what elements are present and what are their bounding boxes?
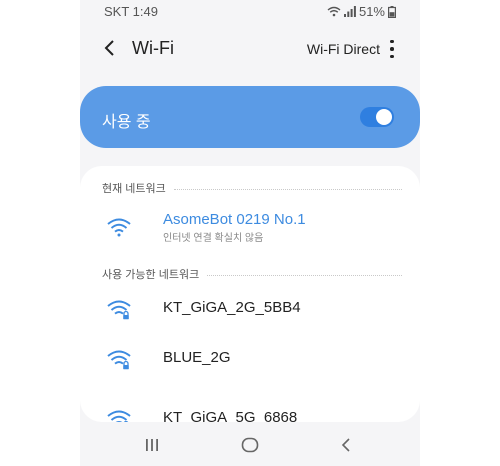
home-button[interactable] xyxy=(238,434,262,456)
wifi-locked-icon xyxy=(107,300,131,320)
current-network-label: 현재 네트워크 xyxy=(102,183,166,195)
network-row[interactable]: BLUE_2G xyxy=(80,336,420,384)
section-divider xyxy=(207,274,402,276)
toggle-label: 사용 중 xyxy=(102,114,151,131)
network-row[interactable]: KT_GiGA_2G_5BB4 xyxy=(80,286,420,334)
network-name: KT_GiGA_5G_6868 xyxy=(163,409,298,422)
signal-icon xyxy=(343,6,356,17)
network-list-card: 현재 네트워크 AsomeBot 0219 No.1 인터넷 연결 확실치 않음… xyxy=(80,166,420,422)
network-name: BLUE_2G xyxy=(163,349,231,366)
available-networks-header: 사용 가능한 네트워크 xyxy=(102,266,402,282)
battery-icon xyxy=(388,5,396,18)
wifi-locked-icon xyxy=(107,350,131,370)
network-name: KT_GiGA_2G_5BB4 xyxy=(163,299,301,316)
current-network-header: 현재 네트워크 xyxy=(102,180,402,196)
network-name: AsomeBot 0219 No.1 xyxy=(163,211,306,228)
recent-apps-icon xyxy=(146,439,158,451)
network-row-current[interactable]: AsomeBot 0219 No.1 인터넷 연결 확실치 않음 xyxy=(80,204,420,252)
network-row[interactable]: KT_GiGA_5G_6868 xyxy=(80,396,420,422)
back-arrow-icon xyxy=(104,40,114,56)
phone-screen: SKT 1:49 51% Wi-Fi Wi-Fi Direct 사용 중 현재 … xyxy=(80,0,420,466)
wifi-icon xyxy=(107,218,131,237)
wifi-locked-icon xyxy=(107,410,131,422)
home-icon xyxy=(241,437,259,453)
battery-percent: 51% xyxy=(358,4,385,19)
carrier-time: SKT 1:49 xyxy=(104,4,158,19)
available-networks-label: 사용 가능한 네트워크 xyxy=(102,269,200,281)
wifi-direct-button[interactable]: Wi-Fi Direct xyxy=(307,41,380,57)
recent-apps-button[interactable] xyxy=(140,434,164,456)
wifi-master-toggle[interactable]: 사용 중 xyxy=(80,86,420,148)
navigation-bar xyxy=(80,424,420,466)
more-options-button[interactable] xyxy=(386,38,398,60)
back-button[interactable] xyxy=(98,36,122,60)
wifi-status-icon xyxy=(327,6,341,17)
toggle-switch[interactable] xyxy=(360,107,394,127)
back-icon xyxy=(341,438,350,452)
app-bar: Wi-Fi Wi-Fi Direct xyxy=(80,30,420,70)
more-vert-icon xyxy=(390,39,394,44)
status-icons: 51% xyxy=(327,4,396,19)
nav-back-button[interactable] xyxy=(334,434,358,456)
section-divider xyxy=(173,188,402,190)
switch-knob xyxy=(376,109,392,125)
network-status: 인터넷 연결 확실치 않음 xyxy=(163,233,264,244)
page-title: Wi-Fi xyxy=(132,38,174,58)
status-bar: SKT 1:49 51% xyxy=(80,0,420,24)
